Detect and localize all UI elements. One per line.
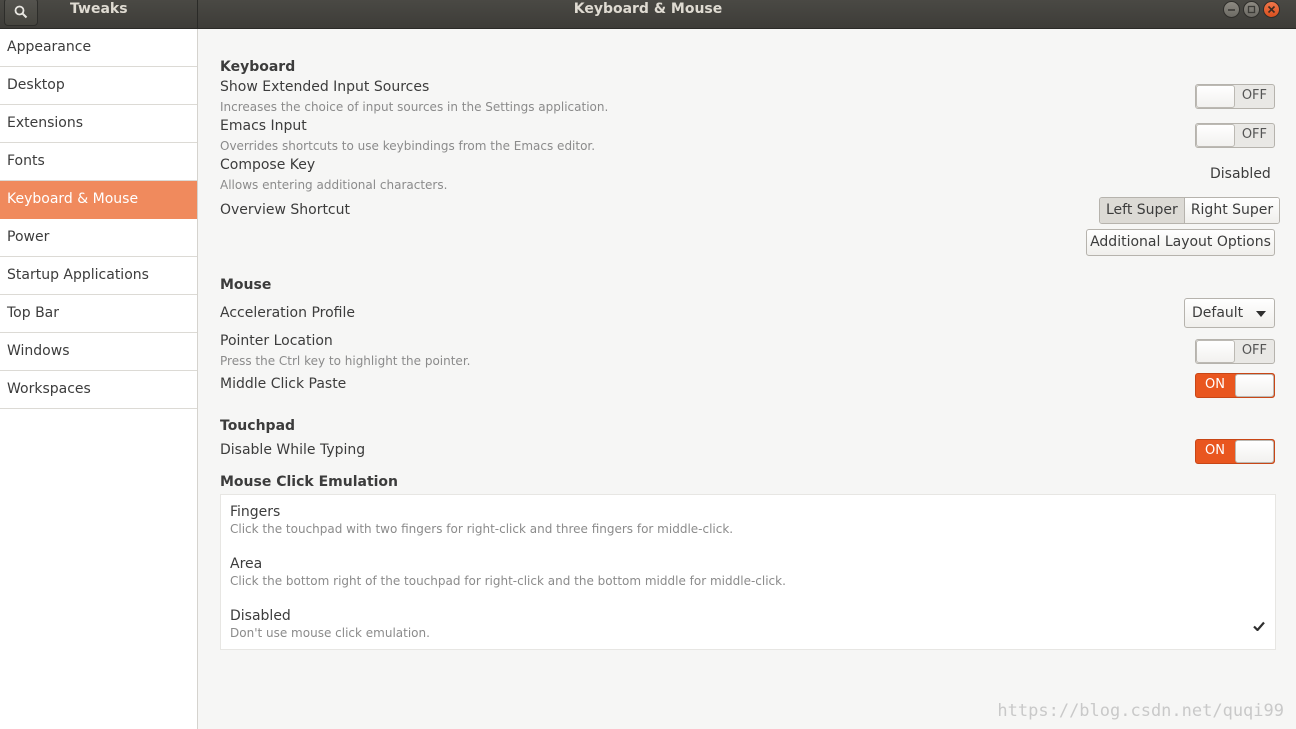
sidebar-item-appearance[interactable]: Appearance: [0, 29, 197, 67]
option-title: Disabled: [230, 608, 291, 624]
mouse-section-title: Mouse: [220, 277, 272, 293]
middle-click-paste-switch[interactable]: ON: [1195, 373, 1275, 398]
acceleration-profile-combo[interactable]: Default: [1184, 298, 1275, 328]
emulation-option-area[interactable]: Area Click the bottom right of the touch…: [221, 547, 1275, 599]
left-super-button[interactable]: Left Super: [1100, 198, 1184, 223]
extended-sources-desc: Increases the choice of input sources in…: [220, 100, 609, 114]
switch-state: OFF: [1241, 343, 1267, 358]
switch-knob: [1196, 124, 1235, 147]
main-content: Keyboard Show Extended Input Sources Inc…: [199, 29, 1296, 729]
watermark: https://blog.csdn.net/quqi99: [997, 701, 1284, 721]
compose-key-desc: Allows entering additional characters.: [220, 178, 448, 192]
pointer-location-title: Pointer Location: [220, 333, 333, 349]
maximize-icon: [1247, 5, 1256, 14]
search-button[interactable]: [4, 0, 38, 26]
acceleration-profile-title: Acceleration Profile: [220, 305, 355, 321]
pointer-location-desc: Press the Ctrl key to highlight the poin…: [220, 354, 471, 368]
sidebar: Appearance Desktop Extensions Fonts Keyb…: [0, 29, 198, 729]
option-title: Area: [230, 556, 263, 572]
switch-state: OFF: [1241, 127, 1267, 142]
switch-knob: [1235, 374, 1274, 397]
additional-layout-options-button[interactable]: Additional Layout Options: [1086, 229, 1275, 256]
app-title: Tweaks: [70, 1, 128, 17]
compose-key-value[interactable]: Disabled: [1210, 166, 1271, 182]
checkmark-icon: [1253, 621, 1265, 631]
sidebar-item-workspaces[interactable]: Workspaces: [0, 371, 197, 409]
option-desc: Click the bottom right of the touchpad f…: [230, 574, 786, 588]
sidebar-item-power[interactable]: Power: [0, 219, 197, 257]
emulation-option-fingers[interactable]: Fingers Click the touchpad with two fing…: [221, 495, 1275, 547]
switch-knob: [1235, 440, 1274, 463]
switch-knob: [1196, 340, 1235, 363]
sidebar-item-windows[interactable]: Windows: [0, 333, 197, 371]
emacs-input-desc: Overrides shortcuts to use keybindings f…: [220, 139, 596, 153]
acceleration-profile-value: Default: [1192, 305, 1244, 321]
overview-shortcut-toggle: Left Super Right Super: [1099, 197, 1281, 224]
sidebar-item-startup-applications[interactable]: Startup Applications: [0, 257, 197, 295]
touchpad-section-title: Touchpad: [220, 418, 296, 434]
minimize-button[interactable]: [1223, 1, 1240, 18]
minimize-icon: [1228, 9, 1235, 11]
right-super-button[interactable]: Right Super: [1183, 198, 1280, 223]
dropdown-arrow-icon: [1256, 311, 1266, 317]
sidebar-item-top-bar[interactable]: Top Bar: [0, 295, 197, 333]
keyboard-section-title: Keyboard: [220, 59, 296, 75]
close-button[interactable]: [1263, 1, 1280, 18]
switch-state: ON: [1205, 443, 1225, 458]
emulation-option-disabled[interactable]: Disabled Don't use mouse click emulation…: [221, 599, 1275, 651]
pointer-location-switch[interactable]: OFF: [1195, 339, 1275, 364]
click-emulation-list: Fingers Click the touchpad with two fing…: [220, 494, 1276, 650]
sidebar-item-extensions[interactable]: Extensions: [0, 105, 197, 143]
sidebar-item-fonts[interactable]: Fonts: [0, 143, 197, 181]
disable-while-typing-title: Disable While Typing: [220, 442, 366, 458]
disable-while-typing-switch[interactable]: ON: [1195, 439, 1275, 464]
close-icon: [1267, 5, 1276, 14]
sidebar-item-desktop[interactable]: Desktop: [0, 67, 197, 105]
option-desc: Don't use mouse click emulation.: [230, 626, 430, 640]
extended-sources-switch[interactable]: OFF: [1195, 84, 1275, 109]
header-bar: Tweaks Keyboard & Mouse: [0, 0, 1296, 29]
switch-state: ON: [1205, 377, 1225, 392]
option-desc: Click the touchpad with two fingers for …: [230, 522, 734, 536]
emacs-input-title: Emacs Input: [220, 118, 307, 134]
click-emulation-title: Mouse Click Emulation: [220, 474, 399, 490]
extended-sources-title: Show Extended Input Sources: [220, 79, 430, 95]
sidebar-item-keyboard-mouse[interactable]: Keyboard & Mouse: [0, 181, 197, 219]
overview-shortcut-title: Overview Shortcut: [220, 202, 350, 218]
search-icon: [14, 5, 28, 19]
option-title: Fingers: [230, 504, 281, 520]
sidebar-header: Tweaks: [0, 0, 198, 29]
emacs-input-switch[interactable]: OFF: [1195, 123, 1275, 148]
window-controls: [1223, 1, 1280, 18]
middle-click-paste-title: Middle Click Paste: [220, 376, 347, 392]
switch-knob: [1196, 85, 1235, 108]
maximize-button[interactable]: [1243, 1, 1260, 18]
switch-state: OFF: [1241, 88, 1267, 103]
compose-key-title: Compose Key: [220, 157, 316, 173]
